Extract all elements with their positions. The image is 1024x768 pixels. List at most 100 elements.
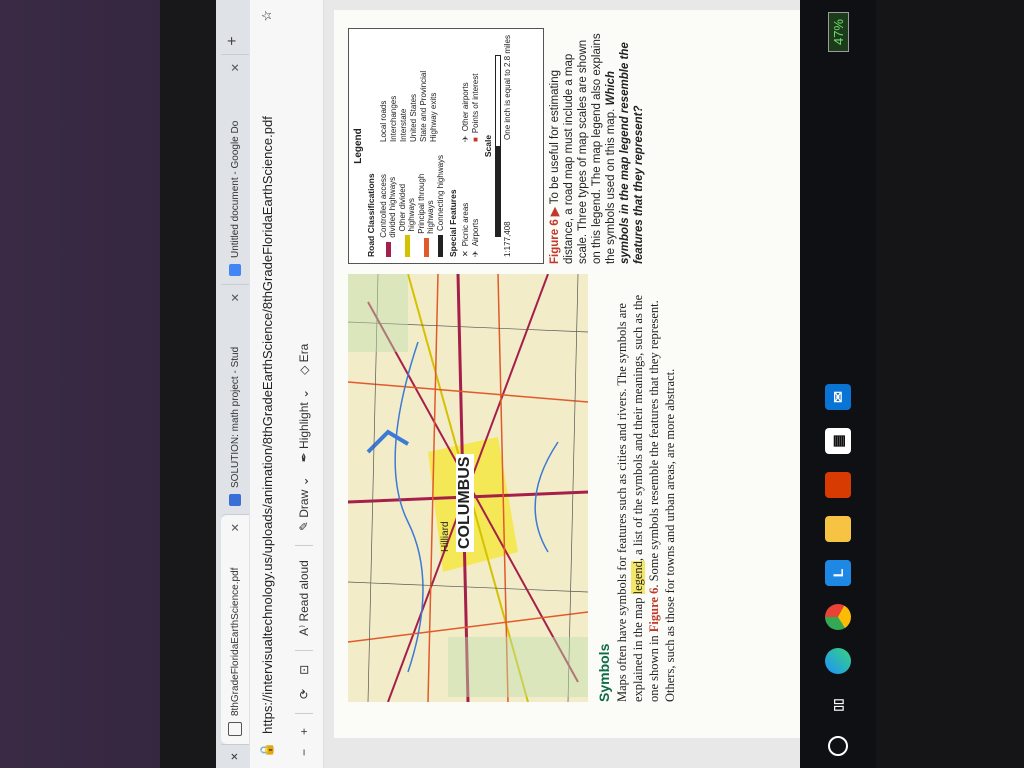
launcher-icon[interactable]: L [825,560,851,586]
taskbar: ▯▯ L ▦ ✉ 47% [800,0,876,768]
legend-row: ✈ Airports [471,150,480,257]
legend-label: Principal through highways [417,173,435,234]
edge-icon[interactable] [825,648,851,674]
close-tab-icon[interactable]: ✕ [229,523,242,532]
fit-page-icon[interactable]: ⊡ [297,665,311,675]
symbols-section: Symbols Maps often have symbols for feat… [596,274,678,702]
legend-title: Legend [353,128,364,164]
legend-label: Airports [471,218,480,247]
scale-note: One inch is equal to 2.8 miles [503,35,512,140]
legend-label: Controlled access divided highways [379,174,397,238]
search-icon[interactable] [828,736,848,756]
battery-indicator[interactable]: 47% [827,12,849,53]
mail-icon[interactable]: ✉ [825,384,851,410]
legend-label: Picnic areas [461,202,470,247]
scale-bar [495,55,501,237]
legend-row: Highway exits [429,35,438,142]
legend-row: Interchanges [389,35,398,142]
studocu-icon [229,494,241,506]
tab-studocu[interactable]: SOLUTION: math project - Stud ✕ [221,284,249,514]
legend-swatch [438,235,443,257]
legend-row: State and Provincial [419,35,428,142]
highlight-button[interactable]: ✒ Highlight ⌄ [297,389,311,462]
airport-icon: ✈ [461,135,470,142]
figure-caption: Figure 6 ▶ To be useful for estimating d… [548,24,646,264]
figure-label: Figure 6 [549,219,561,264]
browser-tab-bar: ✕ 8thGradeFloridaEarthScience.pdf ✕ SOLU… [216,0,250,768]
zoom-out-button[interactable]: − [297,749,311,756]
new-tab-button[interactable]: + [224,28,242,54]
point-of-interest-icon: ■ [471,137,480,142]
legend-special-heading: Special Features [448,189,458,257]
legend-row: Connecting highways [436,150,445,257]
favorite-star-icon[interactable]: ☆ [259,10,275,22]
legend-swatch [423,237,429,257]
legend-row: Other divided highways [398,150,416,257]
map-city-label: COLUMBUS [456,453,474,552]
tab-label: 8thGradeFloridaEarthScience.pdf [229,567,241,716]
toolbar-divider [294,649,313,651]
draw-button[interactable]: ✎ Draw ⌄ [297,476,311,531]
legend-swatch [404,235,410,257]
legend-swatch [385,241,391,257]
legend-row: ■ Points of interest [471,35,480,142]
laptop-bezel-left [160,0,216,768]
erase-label: Era [296,343,311,363]
close-window-icon[interactable]: ✕ [221,744,249,768]
pdf-toolbar: − + ⟳ ⊡ A⁾ Read aloud ✎ Draw ⌄ ✒ Highlig… [284,0,324,768]
map-legend: Legend Road Classifications Controlled a… [348,28,544,264]
legend-label: Other airports [461,82,470,132]
legend-label: Interchanges [389,95,398,142]
legend-label: Highway exits [429,92,438,142]
rotate-icon[interactable]: ⟳ [297,689,311,699]
legend-row: Local roads [379,35,388,142]
legend-label: Other divided highways [398,183,416,232]
picnic-icon: ✕ [461,250,470,257]
legend-row: United States [409,35,418,142]
google-docs-icon [229,264,241,276]
office-icon[interactable] [825,472,851,498]
close-tab-icon[interactable]: ✕ [229,63,242,72]
road-map-image: COLUMBUS Hilliard [348,274,588,702]
legend-scale-heading: Scale [483,134,493,158]
close-tab-icon[interactable]: ✕ [229,293,242,302]
task-view-icon[interactable]: ▯▯ [825,692,851,718]
chrome-icon[interactable] [825,604,851,630]
url-text[interactable]: https://intervisualtechnology.us/uploads… [260,30,275,734]
store-icon[interactable]: ▦ [825,428,851,454]
file-explorer-icon[interactable] [825,516,851,542]
lock-icon[interactable]: 🔒 [259,742,275,758]
figure-reference: Figure 6 [647,587,661,633]
read-aloud-button[interactable]: A⁾ Read aloud [297,560,311,636]
pdf-icon [228,722,242,736]
legend-row: Interstate [399,35,408,142]
laptop-screen: ✕ 8thGradeFloridaEarthScience.pdf ✕ SOLU… [216,0,876,768]
tab-label: SOLUTION: math project - Stud [229,346,241,488]
legend-label: Local roads [379,100,388,142]
toolbar-divider [294,545,313,547]
legend-label: United States [409,93,418,142]
tab-google-docs[interactable]: Untitled document - Google Do ✕ [221,54,249,284]
tab-pdf[interactable]: 8thGradeFloridaEarthScience.pdf ✕ [221,514,249,744]
legend-road-heading: Road Classifications [366,173,376,257]
toolbar-divider [294,712,313,714]
figure-arrow-icon: ▶ [549,207,561,217]
scale-ratio: 1:177,408 [503,221,512,257]
erase-button[interactable]: ◇ Era [297,344,311,375]
legend-row: ✈ Other airports [461,35,470,142]
legend-label: State and Provincial [419,70,428,142]
legend-label: Connecting highways [436,154,445,231]
pdf-page: COLUMBUS Hilliard Legend Road Classifica… [334,10,804,738]
pdf-viewer[interactable]: COLUMBUS Hilliard Legend Road Classifica… [324,0,804,768]
address-bar[interactable]: 🔒 https://intervisualtechnology.us/uploa… [250,0,284,768]
section-heading: Symbols [596,643,612,702]
airport-icon: ✈ [471,250,480,257]
draw-label: Draw [296,489,311,518]
zoom-in-button[interactable]: + [297,728,311,735]
laptop-bezel-right [876,0,1024,768]
highlighted-term: legend [631,561,645,595]
legend-label: Interstate [399,108,408,142]
legend-row: Controlled access divided highways [379,150,397,257]
legend-row: ✕ Picnic areas [461,150,470,257]
read-aloud-label: Read aloud [296,560,311,622]
